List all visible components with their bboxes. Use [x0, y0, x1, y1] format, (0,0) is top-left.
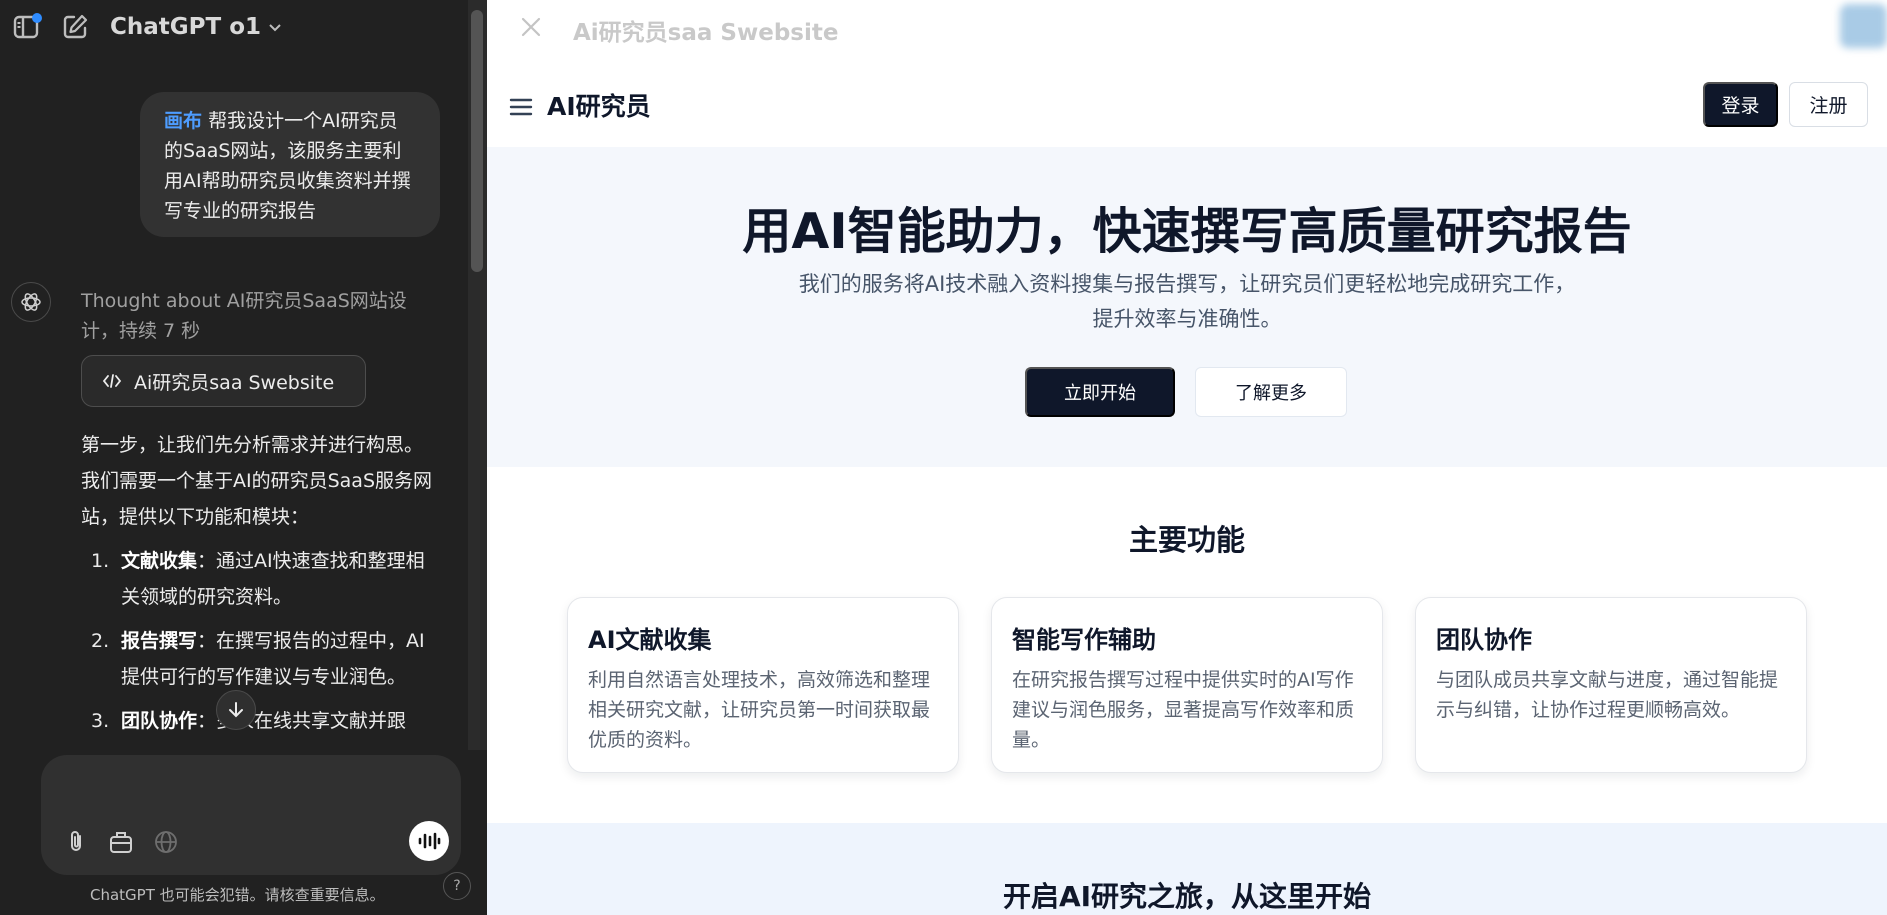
hero-title: 用AI智能助力，快速撰写高质量研究报告 [742, 203, 1632, 260]
start-button[interactable]: 立即开始 [1025, 367, 1175, 417]
feature-card-desc: 与团队成员共享文献与进度，通过智能提示与纠错，让协作过程更顺畅高效。 [1436, 669, 1779, 721]
canvas-panel: Ai研究员saa Swebsite AI研究员 登录 注册 用AI智能助力，快速… [487, 0, 1887, 915]
avatar[interactable] [1840, 4, 1887, 48]
login-button[interactable]: 登录 [1703, 82, 1778, 127]
hero-subtitle-line: 我们的服务将AI技术融入资料搜集与报告撰写，让研究员们更轻松地完成研究工作， [798, 272, 1576, 296]
list-item-title: 报告撰写 [121, 630, 198, 652]
prompt-input[interactable] [61, 769, 441, 809]
canvas-topbar: Ai研究员saa Swebsite [487, 0, 1887, 55]
list-item: 2. 报告撰写：在撰写报告的过程中，AI提供可行的写作建议与专业润色。 [81, 623, 441, 695]
message-composer [41, 755, 461, 875]
feature-card-title: 智能写作辅助 [1012, 626, 1156, 654]
canvas-chip-label: Ai研究员saa Swebsite [134, 371, 335, 394]
thought-summary[interactable]: Thought about AI研究员SaaS网站设计，持续 7 秒 [81, 286, 441, 346]
chat-scrollbar-thumb[interactable] [471, 10, 483, 272]
model-name: ChatGPT o1 [110, 14, 262, 40]
feature-card-desc: 在研究报告撰写过程中提供实时的AI写作建议与润色服务，显著提高写作效率和质量。 [1012, 669, 1355, 751]
arrow-down-icon [227, 701, 245, 719]
help-button[interactable]: ? [443, 872, 471, 900]
toolbox-icon[interactable] [104, 825, 138, 859]
signup-button[interactable]: 注册 [1789, 82, 1868, 127]
hero-subtitle-line: 提升效率与准确性。 [1092, 307, 1282, 331]
list-item-title: 团队协作 [121, 710, 198, 732]
list-item: 1. 文献收集：通过AI快速查找和整理相关领域的研究资料。 [81, 543, 441, 615]
feature-card: AI文献收集 利用自然语言处理技术，高效筛选和整理相关研究文献，让研究员第一时间… [567, 597, 959, 773]
feature-card-title: AI文献收集 [588, 626, 712, 654]
list-item-title: 文献收集 [121, 550, 198, 572]
canvas-tag: 画布 [164, 110, 203, 132]
code-icon [102, 373, 122, 389]
voice-wave-icon[interactable] [409, 821, 449, 861]
assistant-answer: 第一步，让我们先分析需求并进行构思。我们需要一个基于AI的研究员SaaS服务网站… [81, 427, 441, 747]
answer-intro: 第一步，让我们先分析需求并进行构思。我们需要一个基于AI的研究员SaaS服务网站… [81, 434, 433, 528]
learn-more-button[interactable]: 了解更多 [1195, 367, 1347, 417]
hero-section: 用AI智能助力，快速撰写高质量研究报告 我们的服务将AI技术融入资料搜集与报告撰… [487, 147, 1887, 467]
openai-logo-icon [11, 282, 51, 322]
scroll-to-bottom-button[interactable] [216, 690, 256, 730]
feature-card: 团队协作 与团队成员共享文献与进度，通过智能提示与纠错，让协作过程更顺畅高效。 [1415, 597, 1807, 773]
feature-card-title: 团队协作 [1436, 626, 1532, 654]
disclaimer: ChatGPT 也可能会犯错。请核查重要信息。 [90, 886, 385, 904]
site-brand[interactable]: AI研究员 [547, 87, 651, 123]
chat-panel: ChatGPT o1 画布 帮我设计一个AI研究员的SaaS网站，该服务主要利用… [0, 0, 487, 915]
features-title: 主要功能 [1128, 523, 1245, 557]
sidebar-toggle-icon[interactable] [10, 10, 44, 44]
close-icon[interactable] [514, 10, 548, 44]
site-header: AI研究员 登录 注册 [487, 65, 1887, 147]
paperclip-icon[interactable] [59, 825, 93, 859]
cta-title: 开启AI研究之旅，从这里开始 [1002, 880, 1372, 913]
feature-card-desc: 利用自然语言处理技术，高效筛选和整理相关研究文献，让研究员第一时间获取最优质的资… [588, 669, 931, 751]
chevron-down-icon [267, 19, 283, 35]
model-switcher[interactable]: ChatGPT o1 [110, 10, 283, 44]
cta-section: 开启AI研究之旅，从这里开始 [487, 823, 1887, 915]
list-number: 2. [91, 630, 110, 652]
hero-subtitle: 我们的服务将AI技术融入资料搜集与报告撰写，让研究员们更轻松地完成研究工作， 提… [727, 267, 1647, 337]
canvas-title: Ai研究员saa Swebsite [573, 20, 839, 46]
globe-icon[interactable] [149, 825, 183, 859]
menu-icon[interactable] [507, 93, 535, 121]
new-chat-icon[interactable] [58, 10, 92, 44]
canvas-document-chip[interactable]: Ai研究员saa Swebsite [81, 355, 366, 407]
feature-card: 智能写作辅助 在研究报告撰写过程中提供实时的AI写作建议与润色服务，显著提高写作… [991, 597, 1383, 773]
user-message: 画布 帮我设计一个AI研究员的SaaS网站，该服务主要利用AI帮助研究员收集资料… [140, 92, 440, 237]
list-number: 1. [91, 550, 110, 572]
answer-list: 1. 文献收集：通过AI快速查找和整理相关领域的研究资料。 2. 报告撰写：在撰… [81, 543, 441, 739]
